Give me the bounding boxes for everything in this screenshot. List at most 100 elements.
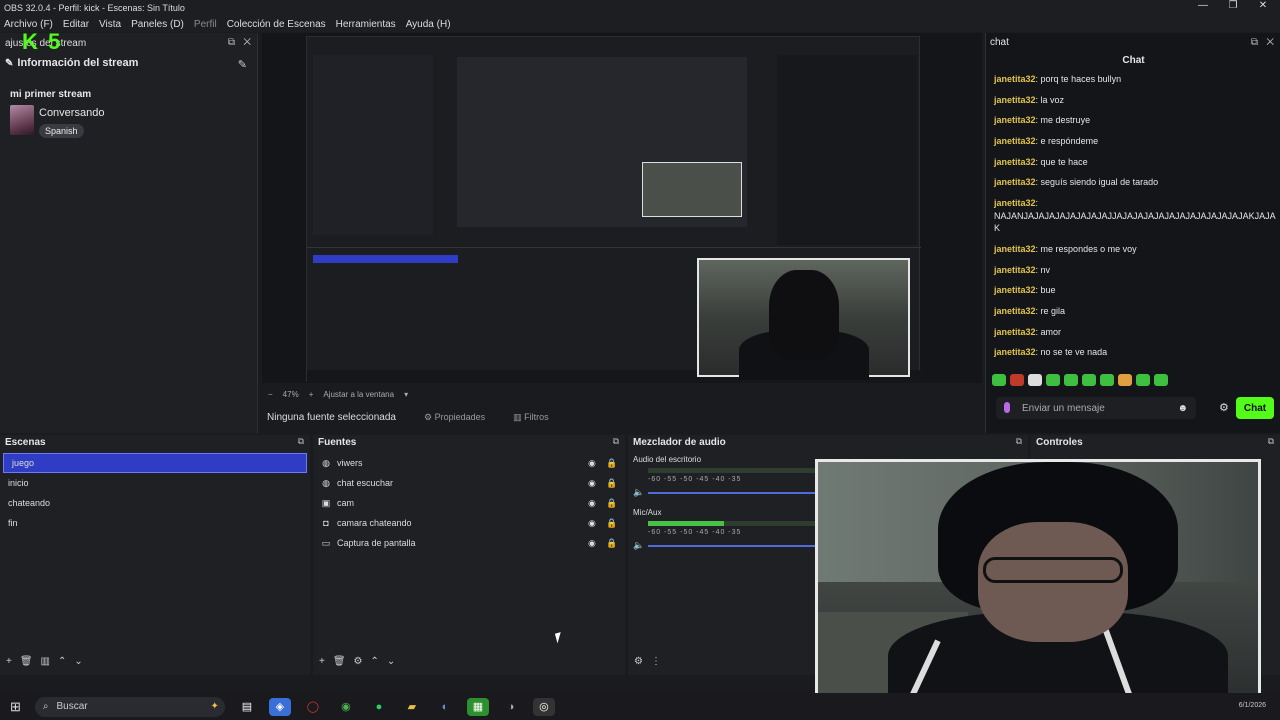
popout-icon[interactable]: ⧉ <box>1268 436 1274 447</box>
scene-item-fin[interactable]: fin <box>0 513 310 533</box>
edit-icon[interactable]: ✎ <box>238 58 247 71</box>
copilot-app-icon[interactable]: ◈ <box>268 697 291 716</box>
eye-icon[interactable]: ◉ <box>588 538 596 549</box>
webcam-overlay <box>815 459 1261 709</box>
chevron-down-icon[interactable]: ▾ <box>404 390 408 399</box>
steam-icon[interactable]: ◑ <box>500 698 522 716</box>
level-meter <box>648 521 838 526</box>
spotify-icon[interactable]: ● <box>368 698 390 716</box>
zoom-out-button[interactable]: − <box>268 390 273 399</box>
chat-heading: Chat <box>1122 55 1145 66</box>
source-item[interactable]: ◍ viwers ◉ 🔒 <box>313 453 625 473</box>
emote-icon[interactable] <box>1064 374 1078 386</box>
eye-icon[interactable]: ◉ <box>588 478 596 489</box>
emote-icon[interactable] <box>1082 374 1096 386</box>
eye-icon[interactable]: ◉ <box>588 498 596 509</box>
chrome-icon[interactable]: ◉ <box>335 698 357 716</box>
minimize-button[interactable]: — <box>1188 0 1218 11</box>
menu-coleccion[interactable]: Colección de Escenas <box>227 19 326 30</box>
chat-dock: chat ⧉ ✕ Chat janetita32: porq te haces … <box>985 33 1280 433</box>
speaker-icon[interactable]: 🔈 <box>633 487 644 498</box>
move-down-icon[interactable]: ⌄ <box>74 656 82 667</box>
menu-archivo[interactable]: Archivo (F) <box>4 19 53 30</box>
lock-icon[interactable]: 🔒 <box>606 458 617 469</box>
emote-icon[interactable] <box>1100 374 1114 386</box>
volume-slider[interactable] <box>648 545 838 547</box>
menu-vista[interactable]: Vista <box>99 19 121 30</box>
volume-slider[interactable] <box>648 492 838 494</box>
source-item[interactable]: ◍ chat escuchar ◉ 🔒 <box>313 473 625 493</box>
move-up-icon[interactable]: ⌃ <box>371 656 379 667</box>
popout-icon[interactable]: ⧉ <box>613 436 619 447</box>
source-item[interactable]: ◘ camara chateando ◉ 🔒 <box>313 513 625 533</box>
dock-controls[interactable]: ⧉ ✕ <box>1251 37 1274 48</box>
scene-item-juego[interactable]: juego <box>3 453 307 473</box>
emote-icon[interactable] <box>1154 374 1168 386</box>
chat-send-button[interactable]: Chat <box>1236 397 1274 419</box>
lock-icon[interactable]: 🔒 <box>606 498 617 509</box>
popout-icon[interactable]: ⧉ <box>1016 436 1022 447</box>
dock-controls[interactable]: ⧉ ✕ <box>228 37 251 48</box>
trash-icon[interactable]: 🗑 <box>333 656 346 667</box>
chat-message: janetita32: porq te haces bullyn <box>994 74 1122 84</box>
source-item[interactable]: ▣ cam ◉ 🔒 <box>313 493 625 513</box>
obs-icon[interactable]: ◎ <box>532 697 555 716</box>
language-badge: Spanish <box>39 124 84 138</box>
fit-dropdown[interactable]: Ajustar a la ventana <box>323 390 394 399</box>
minecraft-icon[interactable]: ▦ <box>466 697 489 716</box>
properties-button[interactable]: ⚙ Propiedades <box>424 412 485 423</box>
menu-ayuda[interactable]: Ayuda (H) <box>406 19 451 30</box>
sources-dock: Fuentes ⧉ ◍ viwers ◉ 🔒 ◍ chat escuchar ◉ 🔒 ▣ cam… <box>313 435 625 675</box>
filter-icon[interactable]: ▥ <box>41 656 50 667</box>
close-button[interactable]: ✕ <box>1248 0 1278 11</box>
menu-editar[interactable]: Editar <box>63 19 89 30</box>
smiley-icon[interactable]: ☻ <box>1177 403 1188 414</box>
scene-item-chateando[interactable]: chateando <box>0 493 310 513</box>
lock-icon[interactable]: 🔒 <box>606 538 617 549</box>
eye-icon[interactable]: ◉ <box>588 458 596 469</box>
mic-icon[interactable] <box>1004 402 1010 413</box>
menu-perfil[interactable]: Perfil <box>194 19 217 30</box>
discord-icon[interactable]: ◐ <box>434 698 456 716</box>
lock-icon[interactable]: 🔒 <box>606 478 617 489</box>
zoom-in-button[interactable]: + <box>309 390 314 399</box>
taskbar-search[interactable]: ⌕ Buscar ✦ <box>34 696 225 717</box>
emote-icon[interactable] <box>1028 374 1042 386</box>
move-up-icon[interactable]: ⌃ <box>58 656 66 667</box>
menu-herramientas[interactable]: Herramientas <box>336 19 396 30</box>
move-down-icon[interactable]: ⌄ <box>387 656 395 667</box>
source-item[interactable]: ▭ Captura de pantalla ◉ 🔒 <box>313 533 625 553</box>
popout-icon[interactable]: ⧉ <box>298 436 304 447</box>
emote-icon[interactable] <box>1010 374 1024 386</box>
add-icon[interactable]: + <box>319 656 325 667</box>
add-icon[interactable]: + <box>6 656 12 667</box>
chat-message: janetita32: NAJANJAJAJAJAJAJAJAJAJJAJAJAJ… <box>994 198 1276 234</box>
eye-icon[interactable]: ◉ <box>588 518 596 529</box>
trash-icon[interactable]: 🗑 <box>20 656 33 667</box>
scenes-title: Escenas <box>5 437 46 448</box>
lock-icon[interactable]: 🔒 <box>606 518 617 529</box>
folder-icon[interactable]: ▰ <box>401 698 423 716</box>
task-view-icon[interactable]: ▤ <box>236 698 258 716</box>
monitor-icon: ▭ <box>321 537 331 548</box>
opera-icon[interactable]: ◯ <box>302 698 324 716</box>
emote-icon[interactable] <box>1046 374 1060 386</box>
filters-button[interactable]: ▥ Filtros <box>513 412 549 423</box>
level-meter <box>648 468 838 473</box>
speaker-icon[interactable]: 🔈 <box>633 540 644 551</box>
chat-message: janetita32: e respóndeme <box>994 136 1099 147</box>
chat-settings-icon[interactable]: ⚙ <box>1219 401 1229 414</box>
menu-paneles[interactable]: Paneles (D) <box>131 19 184 30</box>
maximize-button[interactable]: ❐ <box>1218 0 1248 11</box>
emote-icon[interactable] <box>1136 374 1150 386</box>
mixer-settings-icon[interactable]: ⚙ <box>634 656 643 667</box>
emote-icon[interactable] <box>1118 374 1132 386</box>
image-icon: ▣ <box>321 497 331 508</box>
more-icon[interactable]: ⋮ <box>651 656 661 667</box>
scene-item-inicio[interactable]: inicio <box>0 473 310 493</box>
chat-message: janetita32: nv <box>994 264 1051 275</box>
emote-icon[interactable] <box>992 374 1006 386</box>
gear-icon[interactable]: ⚙ <box>354 656 363 667</box>
chat-message-input[interactable]: Enviar un mensaje ☻ <box>996 397 1196 419</box>
windows-start-icon[interactable]: ⊞ <box>10 699 21 715</box>
